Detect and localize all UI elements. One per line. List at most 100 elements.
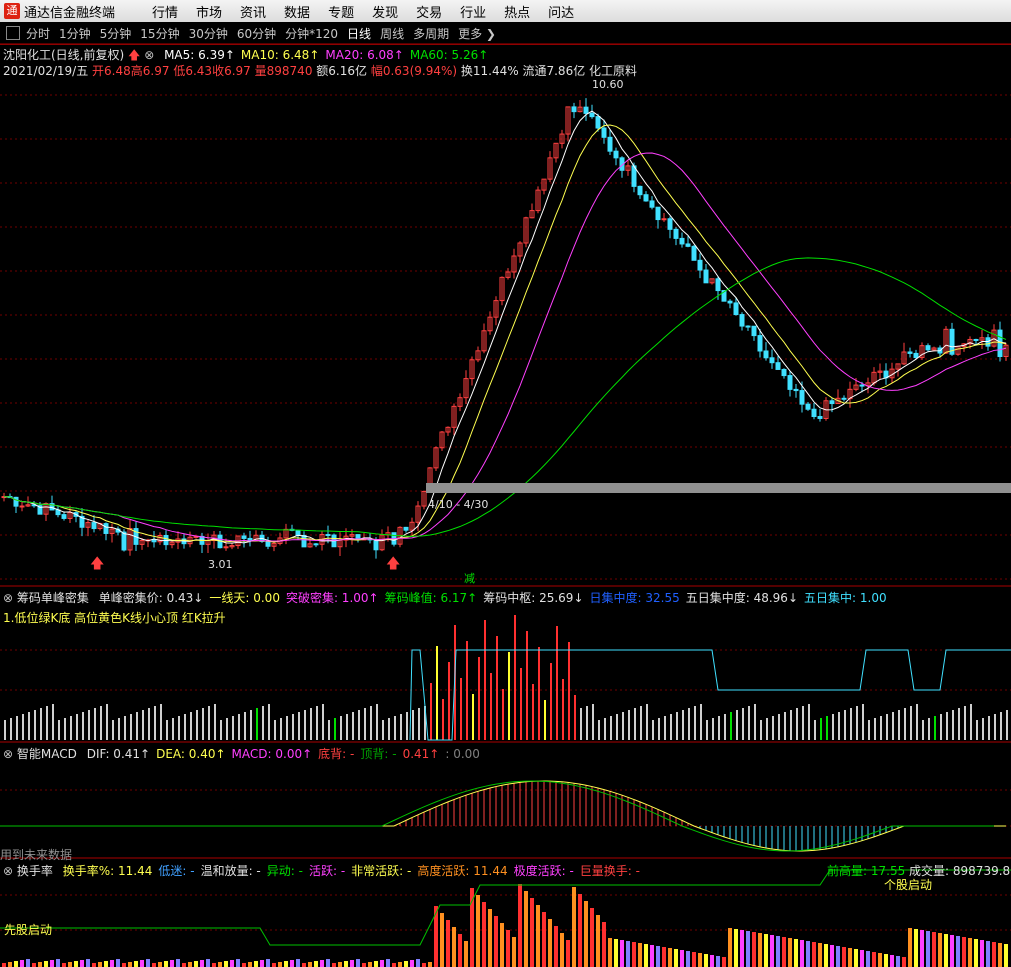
macd-item-3: 底背: - [318, 747, 355, 761]
chip-bar [28, 712, 30, 740]
chip-bar [178, 716, 180, 740]
chip-bar [400, 714, 402, 740]
candle-body [691, 245, 697, 261]
turnover-bar [770, 935, 774, 967]
turnover-bar [482, 902, 486, 967]
turnover-title[interactable]: 换手率 [17, 864, 53, 878]
chip-bar [562, 679, 564, 740]
settings-dropdown-icon[interactable]: ⊗ [3, 591, 13, 605]
chip-bar [262, 706, 264, 740]
chip-bar [544, 700, 546, 740]
chip-header: ⊗ 筹码单峰密集 单峰密集价: 0.43↓ 一线天: 0.00 突破密集: 1.00… [3, 589, 887, 606]
turnover-item-3: 异动: - [266, 864, 303, 878]
chip-bar [982, 718, 984, 740]
candle-body [601, 127, 607, 138]
turnover-bar [764, 934, 768, 967]
candle-body [583, 106, 589, 114]
chip-bar [166, 720, 168, 740]
chip-bar [646, 704, 648, 740]
turnover-bar [170, 960, 174, 967]
macd-title[interactable]: 智能MACD [17, 747, 77, 761]
candle-body [295, 529, 301, 536]
turnover-bar [446, 920, 450, 967]
chip-bar [340, 716, 342, 740]
ma60-line [3, 257, 1007, 537]
candle-body [373, 539, 379, 551]
turnover-bar [254, 961, 258, 967]
chip-bar [718, 716, 720, 740]
chip-item-6: 五日集中度: 48.96↓ [685, 591, 799, 605]
turnover-bar [134, 961, 138, 967]
chip-bar [706, 720, 708, 740]
chip-bar [430, 683, 432, 740]
chip-bar [310, 708, 312, 740]
chip-bar [184, 714, 186, 740]
chip-bar [700, 704, 702, 740]
chip-bar [856, 706, 858, 740]
turnover-bar [746, 931, 750, 967]
chip-bar [952, 710, 954, 740]
chip-bar [874, 718, 876, 740]
turnover-bar [8, 962, 12, 967]
chip-bar [94, 708, 96, 740]
candle-body [727, 300, 733, 304]
macd-item-2: MACD: 0.00↑ [231, 747, 313, 761]
turnover-item-5: 非常活跃: - [351, 864, 412, 878]
candle-body [859, 384, 865, 387]
turnover-bar [890, 955, 894, 967]
chip-bar [418, 708, 420, 740]
turnover-bar [494, 916, 498, 967]
chip-bar [160, 704, 162, 740]
buy-arrow-icon: 🡅 [90, 556, 104, 572]
chip-bar [238, 714, 240, 740]
turnover-bar [422, 963, 426, 967]
turnover-bar [812, 942, 816, 967]
turnover-bar [74, 961, 78, 967]
candle-body [589, 112, 595, 118]
chip-bar [448, 662, 450, 740]
chip-bar [10, 718, 12, 740]
chip-bar [970, 704, 972, 740]
turnover-bar [740, 930, 744, 967]
settings-dropdown-icon[interactable]: ⊗ [3, 864, 13, 878]
chip-bar [820, 718, 822, 740]
chip-bar [658, 718, 660, 740]
turnover-bar [752, 932, 756, 967]
turnover-bar [260, 960, 264, 967]
turnover-bar [992, 942, 996, 967]
chip-bar [826, 716, 828, 740]
turnover-bar [386, 959, 390, 967]
turnover-bar [464, 941, 468, 967]
candle-body [715, 278, 721, 292]
turnover-bar [524, 891, 528, 967]
kline-chart[interactable]: 🡅 🡅 [0, 0, 1011, 967]
turnover-bar [932, 932, 936, 967]
chip-bar [40, 708, 42, 740]
turnover-bar [800, 940, 804, 967]
candle-body [571, 106, 577, 113]
turnover-bar [698, 953, 702, 967]
chip-bar [100, 706, 102, 740]
chip-item-7: 五日集中: 1.00 [804, 591, 887, 605]
chip-bar [496, 636, 498, 740]
candle-body [667, 218, 673, 230]
chip-bar [346, 714, 348, 740]
turnover-bar [200, 960, 204, 967]
turnover-bar [1004, 944, 1008, 967]
chip-bar [574, 695, 576, 740]
turnover-bar [908, 928, 912, 967]
future-data-note: 用到未来数据 [0, 848, 73, 862]
turnover-bar [536, 905, 540, 967]
chip-bar [766, 718, 768, 740]
turnover-bar [470, 888, 474, 967]
chip-bar [736, 710, 738, 740]
turnover-bar [296, 959, 300, 967]
turnover-bar [122, 963, 126, 967]
turnover-bar [650, 945, 654, 967]
chip-title[interactable]: 筹码单峰密集 [17, 591, 89, 605]
settings-dropdown-icon[interactable]: ⊗ [3, 747, 13, 761]
turnover-bar [338, 962, 342, 967]
chip-bar [508, 652, 510, 740]
chip-bar [892, 712, 894, 740]
turnover-bar [218, 962, 222, 967]
